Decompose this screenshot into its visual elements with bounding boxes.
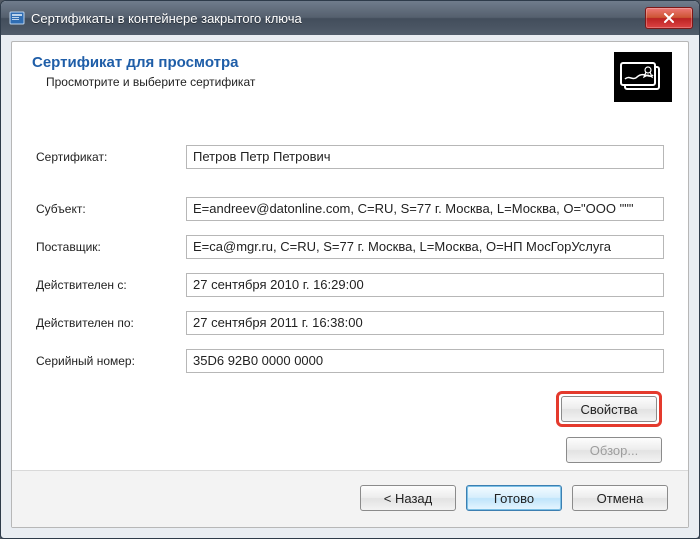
input-certificate[interactable]	[186, 145, 664, 169]
back-button[interactable]: < Назад	[360, 485, 456, 511]
input-serial[interactable]	[186, 349, 664, 373]
cancel-button[interactable]: Отмена	[572, 485, 668, 511]
label-subject: Субъект:	[36, 202, 186, 216]
titlebar: Сертификаты в контейнере закрытого ключа	[1, 1, 699, 35]
window-close-button[interactable]	[645, 7, 693, 29]
properties-button[interactable]: Свойства	[561, 396, 657, 422]
close-icon	[663, 13, 675, 23]
row-serial: Серийный номер:	[36, 349, 664, 373]
wizard-header: Сертификат для просмотра Просмотрите и в…	[12, 42, 688, 117]
form-area: Сертификат: Субъект: Поставщик: Действит…	[12, 117, 688, 473]
label-serial: Серийный номер:	[36, 354, 186, 368]
input-valid-to[interactable]	[186, 311, 664, 335]
browse-button[interactable]: Обзор...	[566, 437, 662, 463]
label-issuer: Поставщик:	[36, 240, 186, 254]
input-valid-from[interactable]	[186, 273, 664, 297]
label-valid-to: Действителен по:	[36, 316, 186, 330]
label-certificate: Сертификат:	[36, 150, 186, 164]
label-valid-from: Действителен с:	[36, 278, 186, 292]
input-subject[interactable]	[186, 197, 664, 221]
wizard-footer: < Назад Готово Отмена	[12, 470, 688, 527]
wizard-title: Сертификат для просмотра	[32, 54, 614, 71]
row-subject: Субъект:	[36, 197, 664, 221]
wizard-subtitle: Просмотрите и выберите сертификат	[46, 75, 614, 89]
window-frame: Сертификаты в контейнере закрытого ключа…	[0, 0, 700, 539]
row-certificate: Сертификат:	[36, 145, 664, 169]
wizard-header-texts: Сертификат для просмотра Просмотрите и в…	[32, 52, 614, 89]
row-issuer: Поставщик:	[36, 235, 664, 259]
certificate-icon	[614, 52, 672, 102]
row-valid-from: Действителен с:	[36, 273, 664, 297]
side-buttons: Свойства Обзор...	[36, 391, 664, 463]
properties-highlight: Свойства	[556, 391, 662, 427]
wizard-panel: Сертификат для просмотра Просмотрите и в…	[11, 41, 689, 528]
finish-button[interactable]: Готово	[466, 485, 562, 511]
app-icon	[9, 10, 25, 26]
input-issuer[interactable]	[186, 235, 664, 259]
window-title: Сертификаты в контейнере закрытого ключа	[31, 11, 645, 26]
row-valid-to: Действителен по:	[36, 311, 664, 335]
